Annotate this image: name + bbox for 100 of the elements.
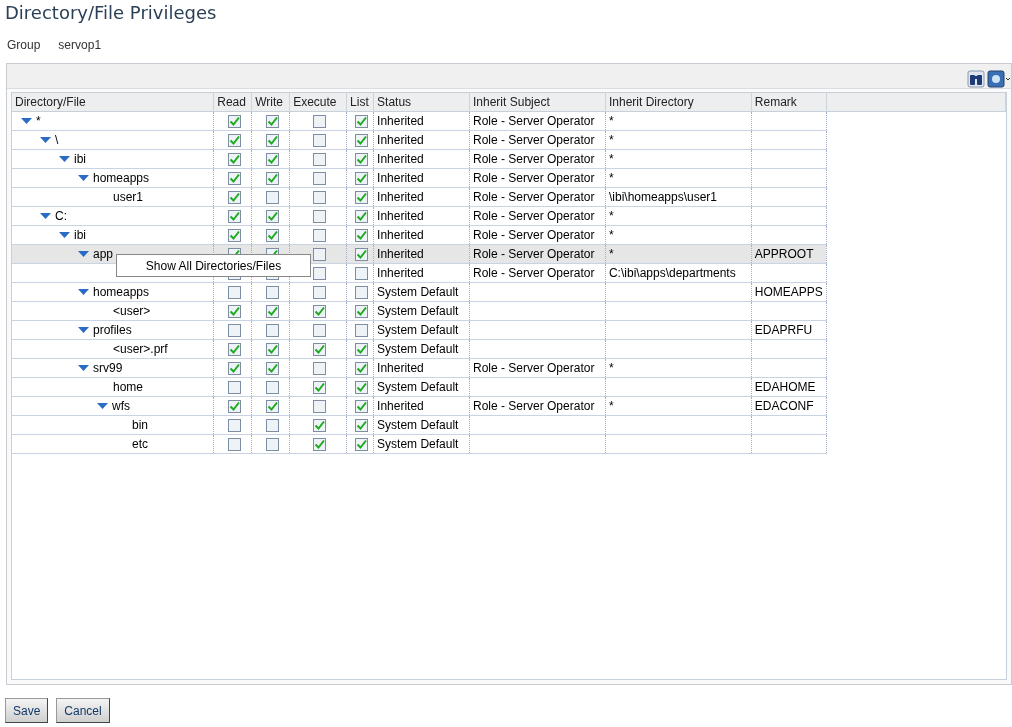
column-header[interactable]: Inherit Directory [605,93,752,112]
expand-arrow-icon[interactable] [78,251,89,257]
checkbox[interactable] [313,266,327,280]
checkbox[interactable] [227,342,241,356]
checkbox[interactable] [227,152,241,166]
checkbox[interactable] [265,361,279,375]
column-header[interactable]: List [346,93,374,112]
tree-item[interactable]: <user>.prf [113,342,168,356]
tree-item[interactable]: wfs [112,399,130,413]
checkbox[interactable] [313,190,327,204]
checkbox[interactable] [227,437,241,451]
tree-item[interactable]: ibi [74,228,86,242]
checkbox[interactable] [265,285,279,299]
checkbox[interactable] [313,114,327,128]
checkbox[interactable] [265,399,279,413]
checkbox[interactable] [355,247,369,261]
checkbox[interactable] [355,342,369,356]
expand-arrow-icon[interactable] [78,289,89,295]
checkbox[interactable] [265,380,279,394]
checkbox[interactable] [355,114,369,128]
expand-arrow-icon[interactable] [59,156,70,162]
tree-item[interactable]: \ [55,133,59,147]
checkbox[interactable] [355,323,369,337]
checkbox[interactable] [227,171,241,185]
checkbox[interactable] [313,437,327,451]
checkbox[interactable] [355,285,369,299]
tree-item[interactable]: ibi [74,152,86,166]
checkbox[interactable] [265,152,279,166]
checkbox[interactable] [265,114,279,128]
checkbox[interactable] [265,133,279,147]
expand-arrow-icon[interactable] [78,327,89,333]
checkbox[interactable] [227,114,241,128]
checkbox[interactable] [355,418,369,432]
checkbox[interactable] [313,228,327,242]
column-header[interactable]: Read [213,93,252,112]
checkbox[interactable] [265,171,279,185]
expand-arrow-icon[interactable] [40,213,51,219]
screen-icon[interactable] [987,70,1011,88]
column-header[interactable]: Status [373,93,470,112]
checkbox[interactable] [355,228,369,242]
checkbox[interactable] [227,323,241,337]
checkbox[interactable] [313,418,327,432]
checkbox[interactable] [227,418,241,432]
checkbox[interactable] [355,209,369,223]
save-button[interactable]: Save [5,698,49,723]
checkbox[interactable] [313,323,327,337]
tree-item[interactable]: homeapps [93,171,150,185]
tree-item[interactable]: C: [55,209,67,223]
tree-item[interactable]: * [36,114,41,128]
expand-arrow-icon[interactable] [40,137,51,143]
column-header[interactable]: Write [251,93,290,112]
tree-item[interactable]: profiles [93,323,132,337]
expand-arrow-icon[interactable] [97,403,108,409]
checkbox[interactable] [265,190,279,204]
expand-arrow-icon[interactable] [59,232,70,238]
checkbox[interactable] [227,380,241,394]
tree-item[interactable]: bin [132,418,148,432]
checkbox[interactable] [265,418,279,432]
checkbox[interactable] [355,190,369,204]
checkbox[interactable] [313,247,327,261]
expand-arrow-icon[interactable] [21,118,32,124]
checkbox[interactable] [355,152,369,166]
checkbox[interactable] [313,133,327,147]
checkbox[interactable] [313,380,327,394]
checkbox[interactable] [355,266,369,280]
checkbox[interactable] [265,437,279,451]
checkbox[interactable] [355,399,369,413]
checkbox[interactable] [265,209,279,223]
column-header[interactable]: Execute [289,93,347,112]
checkbox[interactable] [355,133,369,147]
checkbox[interactable] [313,399,327,413]
checkbox[interactable] [313,152,327,166]
expand-arrow-icon[interactable] [78,365,89,371]
checkbox[interactable] [313,171,327,185]
checkbox[interactable] [313,209,327,223]
checkbox[interactable] [355,304,369,318]
checkbox[interactable] [265,228,279,242]
expand-arrow-icon[interactable] [78,175,89,181]
column-header[interactable]: Directory/File [12,93,214,112]
tree-item[interactable]: homeapps [93,285,150,299]
checkbox[interactable] [265,323,279,337]
checkbox[interactable] [227,361,241,375]
checkbox[interactable] [227,285,241,299]
checkbox[interactable] [355,380,369,394]
tree-item[interactable]: user1 [113,190,144,204]
checkbox[interactable] [313,361,327,375]
checkbox[interactable] [313,285,327,299]
checkbox[interactable] [227,228,241,242]
tree-item[interactable]: home [113,380,144,394]
checkbox[interactable] [227,399,241,413]
tree-item[interactable]: etc [132,437,148,451]
column-header[interactable]: Remark [751,93,827,112]
tree-item[interactable]: <user> [113,304,151,318]
checkbox[interactable] [313,342,327,356]
column-header[interactable]: Inherit Subject [469,93,606,112]
checkbox[interactable] [355,361,369,375]
checkbox[interactable] [227,133,241,147]
checkbox[interactable] [355,437,369,451]
cancel-button[interactable]: Cancel [56,698,110,723]
checkbox[interactable] [227,209,241,223]
